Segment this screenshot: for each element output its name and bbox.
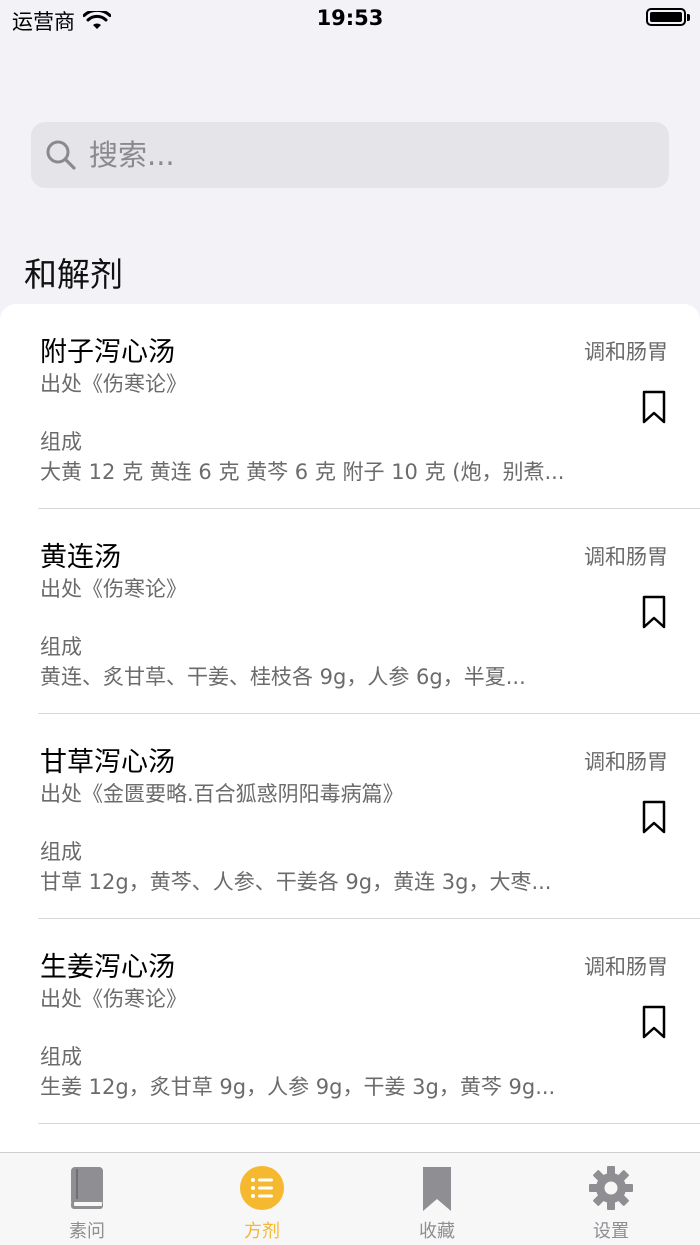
tab-label: 收藏: [419, 1221, 455, 1242]
formula-category: 调和肠胃: [584, 750, 668, 774]
tab-label: 素问: [69, 1221, 105, 1242]
bookmark-icon[interactable]: [642, 595, 666, 629]
bookmark-icon: [423, 1167, 451, 1211]
composition-label: 组成: [40, 430, 82, 454]
formula-name: 甘草泻心汤: [40, 747, 175, 778]
tab-label: 方剂: [244, 1221, 280, 1242]
bookmark-icon[interactable]: [642, 1005, 666, 1039]
formula-source: 出处《伤寒论》: [40, 372, 187, 396]
composition-text: 黄连、炙甘草、干姜、桂枝各 9g，人参 6g，半夏...: [40, 665, 526, 689]
section-title: 和解剂: [24, 255, 123, 294]
composition-label: 组成: [40, 840, 82, 864]
divider: [38, 1123, 700, 1124]
formula-name: 黄连汤: [40, 542, 121, 573]
gear-icon: [589, 1166, 633, 1210]
composition-text: 大黄 12 克 黄连 6 克 黄芩 6 克 附子 10 克 (炮，别煮...: [40, 460, 565, 484]
formula-source: 出处《金匮要略.百合狐惑阴阳毒病篇》: [40, 782, 404, 806]
status-bar: 运营商 19:53: [0, 0, 700, 40]
formula-card[interactable]: 甘草泻心汤 调和肠胃 出处《金匮要略.百合狐惑阴阳毒病篇》 组成 甘草 12g，…: [0, 714, 700, 919]
composition-label: 组成: [40, 1045, 82, 1069]
composition-text: 生姜 12g，炙甘草 9g，人参 9g，干姜 3g，黄芩 9g...: [40, 1075, 556, 1099]
tab-shezhi[interactable]: 设置: [551, 1153, 671, 1245]
bookmark-icon[interactable]: [642, 800, 666, 834]
tab-bar: 素问 方剂 收藏 设置: [0, 1152, 700, 1245]
formula-card[interactable]: 黄连汤 调和肠胃 出处《伤寒论》 组成 黄连、炙甘草、干姜、桂枝各 9g，人参 …: [0, 509, 700, 714]
search-input[interactable]: [87, 137, 631, 173]
bookmark-icon[interactable]: [642, 390, 666, 424]
formula-category: 调和肠胃: [584, 955, 668, 979]
tab-fangji[interactable]: 方剂: [202, 1153, 322, 1245]
formula-list: 附子泻心汤 调和肠胃 出处《伤寒论》 组成 大黄 12 克 黄连 6 克 黄芩 …: [0, 304, 700, 1152]
formula-name: 生姜泻心汤: [40, 952, 175, 983]
formula-category: 调和肠胃: [584, 545, 668, 569]
formula-source: 出处《伤寒论》: [40, 577, 187, 601]
tab-shoucang[interactable]: 收藏: [377, 1153, 497, 1245]
formula-category: 调和肠胃: [584, 340, 668, 364]
book-icon: [71, 1167, 103, 1209]
formula-card[interactable]: 生姜泻心汤 调和肠胃 出处《伤寒论》 组成 生姜 12g，炙甘草 9g，人参 9…: [0, 919, 700, 1124]
composition-text: 甘草 12g，黄芩、人参、干姜各 9g，黄连 3g，大枣...: [40, 870, 552, 894]
formula-source: 出处《伤寒论》: [40, 987, 187, 1011]
search-icon: [46, 140, 76, 170]
formula-name: 附子泻心汤: [40, 337, 175, 368]
tab-suwen[interactable]: 素问: [27, 1153, 147, 1245]
tab-label: 设置: [593, 1221, 629, 1242]
status-time: 19:53: [316, 6, 384, 30]
list-icon: [240, 1166, 284, 1210]
search-bar[interactable]: [31, 122, 669, 188]
battery-icon: [646, 8, 690, 26]
composition-label: 组成: [40, 635, 82, 659]
formula-card[interactable]: 附子泻心汤 调和肠胃 出处《伤寒论》 组成 大黄 12 克 黄连 6 克 黄芩 …: [0, 304, 700, 509]
